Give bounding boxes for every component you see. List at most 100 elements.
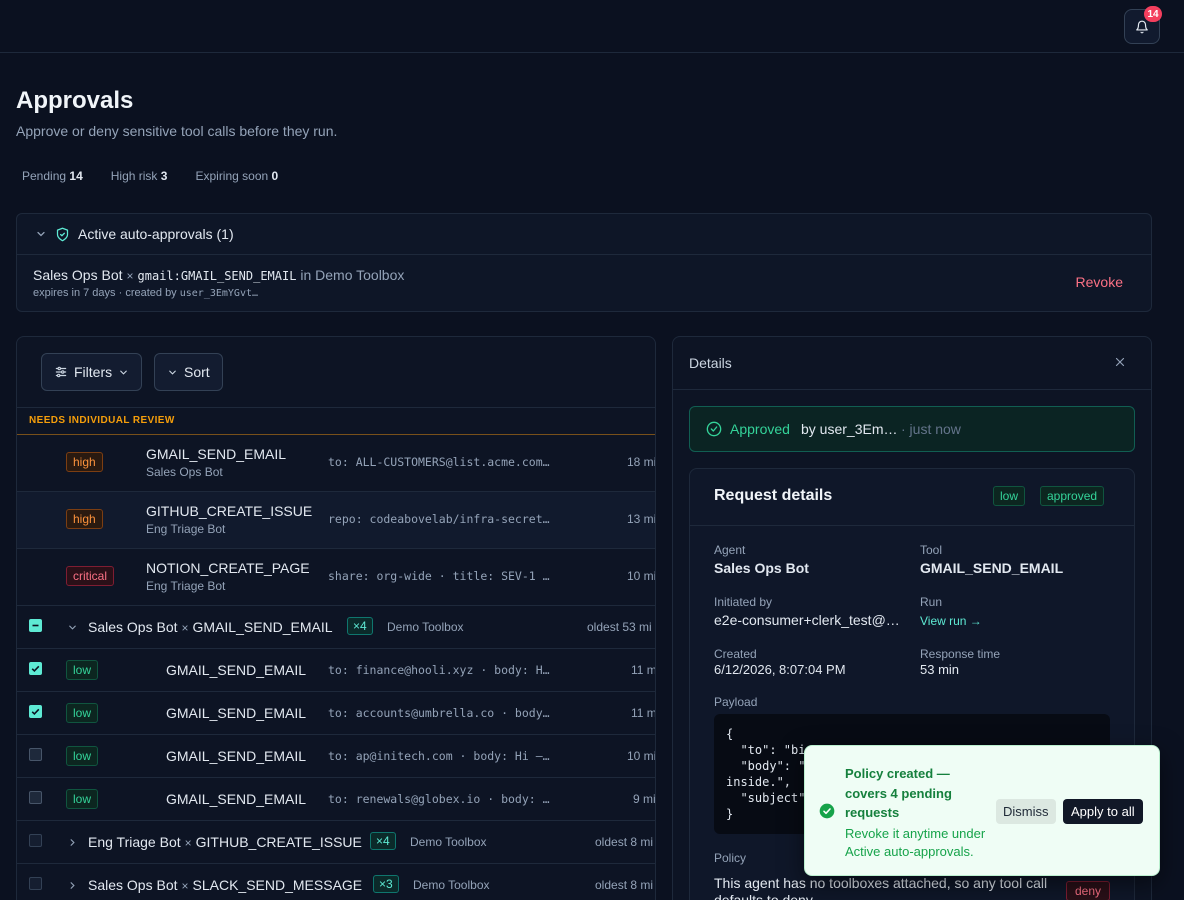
auto-approval-meta: expires in 7 days · created by user_3EmY… [33, 287, 259, 299]
row-age: 11 mi [631, 706, 656, 720]
row-tool: GITHUB_CREATE_ISSUE [146, 503, 313, 519]
auto-approval-toolbox: in Demo Toolbox [300, 267, 405, 283]
group-row-sales-ops-gmail[interactable]: Sales Ops Bot × GMAIL_SEND_EMAIL ×4 Demo T… [17, 606, 655, 649]
check-icon [31, 708, 40, 716]
row-agent: Sales Ops Bot [146, 465, 223, 479]
group-count-badge: ×4 [347, 617, 373, 635]
toast-title: Policy created — covers 4 pending reques… [845, 766, 952, 820]
row-age: 10 mi [627, 749, 656, 763]
group-toolbox: Demo Toolbox [410, 835, 487, 849]
status-state: Approved [730, 421, 790, 437]
row-args: repo: codeabovelab/infra-secret… [328, 512, 550, 526]
stat-high-risk: High risk 3 [110, 169, 168, 183]
created-value: 6/12/2026, 8:07:04 PM [714, 662, 846, 677]
auto-approval-item: Sales Ops Bot × gmail:GMAIL_SEND_EMAIL in … [33, 267, 1123, 299]
policy-text: This agent has no toolboxes attached, so… [714, 875, 1048, 900]
group-select-checkbox[interactable] [29, 877, 42, 890]
risk-badge: low [66, 660, 99, 680]
group-count-badge: ×3 [373, 875, 399, 893]
table-row[interactable]: high GITHUB_CREATE_ISSUE Eng Triage Bot … [17, 492, 655, 549]
group-select-checkbox[interactable] [29, 834, 42, 847]
row-args: to: renewals@globex.io · body: … [328, 792, 550, 806]
risk-badge: low [993, 486, 1026, 506]
dismiss-button[interactable]: Dismiss [996, 799, 1056, 824]
chevron-right-icon[interactable] [67, 880, 78, 891]
sliders-icon [55, 366, 67, 378]
table-row[interactable]: low GMAIL_SEND_EMAIL to: accounts@umbrel… [17, 692, 655, 735]
table-row[interactable]: high GMAIL_SEND_EMAIL Sales Ops Bot to: … [17, 435, 655, 492]
group-title: Eng Triage Bot × GITHUB_CREATE_ISSUE [88, 834, 362, 850]
revoke-button[interactable]: Revoke [1076, 274, 1123, 290]
row-age: 9 mi [633, 792, 656, 806]
filters-button[interactable]: Filters [41, 353, 143, 391]
row-age: 11 mi [631, 663, 656, 677]
approval-status-banner: Approved by user_3Em… · just now [689, 406, 1135, 452]
policy-decision-badge: deny [1066, 881, 1111, 900]
agent-value: Sales Ops Bot [714, 560, 809, 576]
row-args: share: org-wide · title: SEV-1 … [328, 569, 550, 583]
row-agent: Eng Triage Bot [146, 522, 226, 536]
row-age: 13 mi [627, 512, 656, 526]
request-details-title: Request details [714, 487, 833, 504]
stat-expiring-soon: Expiring soon 0 [195, 169, 279, 183]
group-title: Sales Ops Bot × GMAIL_SEND_EMAIL [88, 619, 333, 635]
row-checkbox[interactable] [29, 705, 42, 718]
notification-count-badge: 14 [1144, 6, 1162, 22]
table-row[interactable]: low GMAIL_SEND_EMAIL to: ap@initech.com … [17, 735, 655, 778]
bell-icon [1136, 20, 1148, 33]
table-row[interactable]: low GMAIL_SEND_EMAIL to: finance@hooli.x… [17, 649, 655, 692]
chevron-down-icon [120, 370, 127, 375]
policy-created-toast: Policy created — covers 4 pending reques… [804, 745, 1160, 876]
chevron-down-icon [169, 370, 176, 375]
toast-subtitle: Revoke it anytime under Active auto-appr… [845, 826, 986, 859]
row-args: to: ALL-CUSTOMERS@list.acme.com… [328, 455, 550, 469]
sort-button[interactable]: Sort [154, 353, 223, 391]
group-toolbox: Demo Toolbox [413, 878, 490, 892]
check-circle-icon [819, 803, 835, 819]
view-run-link[interactable]: View run → [920, 614, 982, 628]
auto-approvals-toggle[interactable]: Active auto-approvals (1) [17, 214, 1151, 255]
row-checkbox[interactable] [29, 662, 42, 675]
stats-bar: Pending 14 High risk 3 Expiring soon 0 [22, 169, 278, 183]
group-toolbox: Demo Toolbox [387, 620, 464, 634]
check-icon [31, 665, 40, 673]
row-tool: GMAIL_SEND_EMAIL [166, 662, 307, 678]
group-age: oldest 8 mi [595, 878, 654, 892]
stat-pending: Pending 14 [22, 169, 83, 183]
close-icon[interactable] [1113, 355, 1127, 369]
row-checkbox[interactable] [29, 791, 42, 804]
row-agent: Eng Triage Bot [146, 579, 226, 593]
row-args: to: finance@hooli.xyz · body: H… [328, 663, 550, 677]
row-args: to: ap@initech.com · body: Hi —… [328, 749, 550, 763]
initiated-by-value: e2e-consumer+clerk_test@… [714, 612, 900, 628]
group-count-badge: ×4 [370, 832, 396, 850]
risk-badge: critical [66, 566, 115, 586]
details-title: Details [689, 355, 732, 371]
group-row-sales-ops-slack[interactable]: Sales Ops Bot × SLACK_SEND_MESSAGE ×3 Demo… [17, 864, 655, 900]
row-age: 10 mi [627, 569, 656, 583]
table-row[interactable]: low GMAIL_SEND_EMAIL to: renewals@globex… [17, 778, 655, 821]
shield-check-icon [56, 227, 69, 241]
row-tool: GMAIL_SEND_EMAIL [166, 705, 307, 721]
row-tool: GMAIL_SEND_EMAIL [166, 791, 307, 807]
page-subtitle: Approve or deny sensitive tool calls bef… [16, 123, 338, 139]
page-title: Approvals [16, 87, 134, 114]
risk-badge: high [66, 452, 103, 472]
approvals-list-panel: Filters Sort NEEDS INDIVIDUAL REVIEW hig… [16, 336, 656, 900]
group-age: oldest 8 mi [595, 835, 654, 849]
group-select-checkbox[interactable] [29, 619, 42, 632]
response-time-value: 53 min [920, 662, 960, 677]
auto-approvals-title: Active auto-approvals (1) [78, 226, 234, 242]
group-row-eng-triage-github[interactable]: Eng Triage Bot × GITHUB_CREATE_ISSUE ×4 De… [17, 821, 655, 864]
table-row[interactable]: critical NOTION_CREATE_PAGE Eng Triage B… [17, 549, 655, 606]
chevron-down-icon[interactable] [67, 622, 78, 633]
status-badge: approved [1040, 486, 1105, 506]
status-when: · just now [901, 421, 961, 437]
apply-to-all-button[interactable]: Apply to all [1063, 799, 1143, 824]
row-tool: GMAIL_SEND_EMAIL [166, 748, 307, 764]
group-title: Sales Ops Bot × SLACK_SEND_MESSAGE [88, 877, 363, 893]
chevron-right-icon[interactable] [67, 837, 78, 848]
row-checkbox[interactable] [29, 748, 42, 761]
row-age: 18 mi [627, 455, 656, 469]
group-age: oldest 53 mi [587, 620, 652, 634]
